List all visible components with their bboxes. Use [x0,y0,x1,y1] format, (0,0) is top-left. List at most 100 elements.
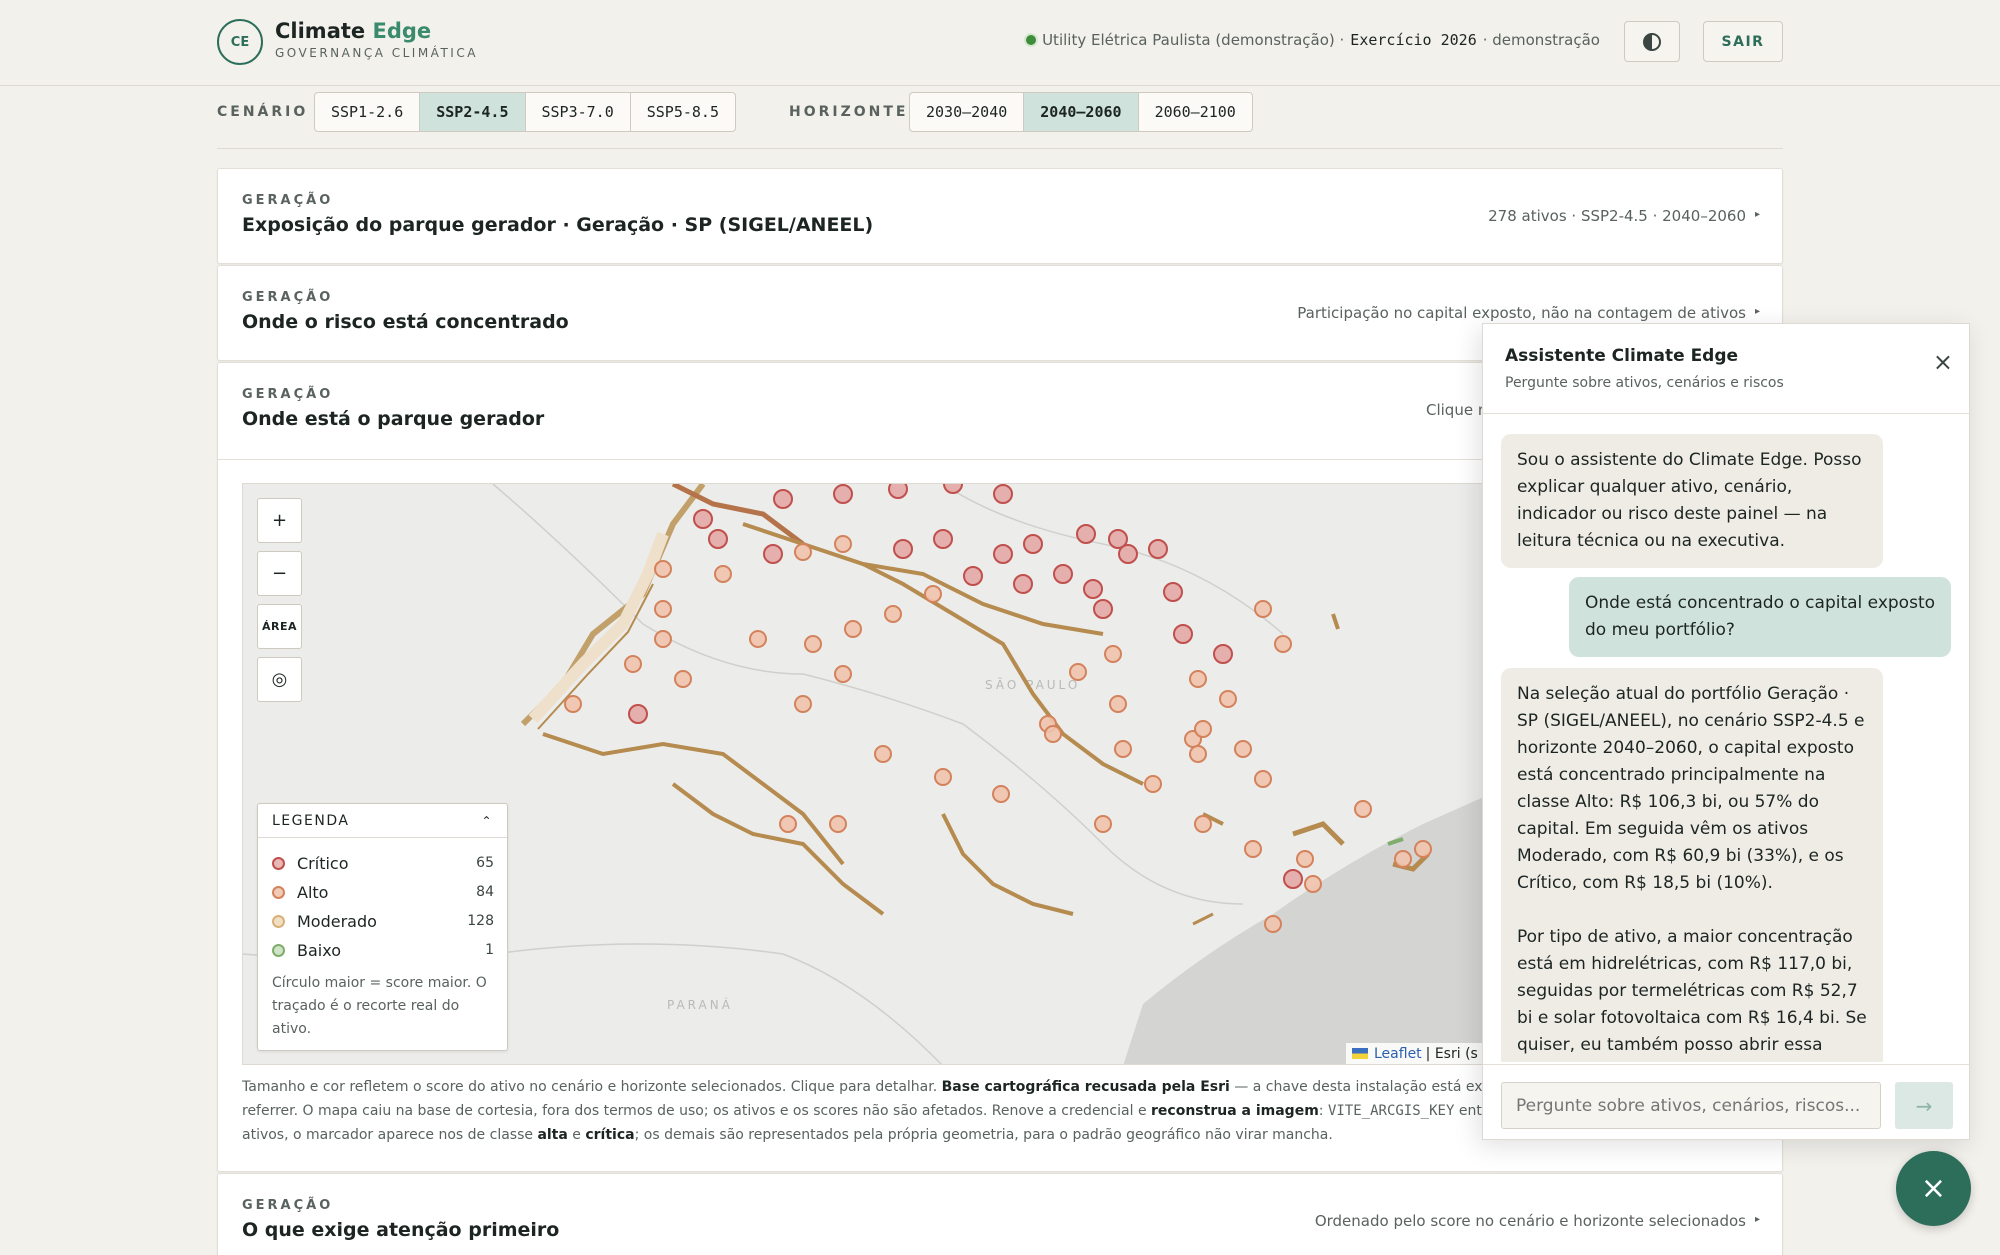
asset-marker-high[interactable] [844,620,862,638]
asset-marker-high[interactable] [654,600,672,618]
asset-marker-critical[interactable] [888,484,908,499]
assistant-message: Na seleção atual do portfólio Geração · … [1501,668,1883,1062]
asset-marker-critical[interactable] [1173,624,1193,644]
asset-marker-high[interactable] [1304,875,1322,893]
asset-marker-critical[interactable] [943,484,963,494]
asset-marker-critical[interactable] [1076,524,1096,544]
zoom-in-button[interactable]: + [257,498,302,543]
zoom-out-button[interactable]: − [257,551,302,596]
org-name: Utility Elétrica Paulista (demonstração)… [1042,31,1345,49]
asset-marker-critical[interactable] [993,484,1013,504]
asset-marker-high[interactable] [1144,775,1162,793]
send-button[interactable]: → [1895,1082,1953,1129]
contrast-icon [1643,32,1661,51]
asset-marker-critical[interactable] [773,489,793,509]
card-title: Exposição do parque gerador · Geração · … [242,214,874,236]
asset-marker-high[interactable] [1354,800,1372,818]
asset-marker-high[interactable] [1189,745,1207,763]
asset-marker-critical[interactable] [763,544,783,564]
legend-item: Crítico 65 [272,853,494,873]
asset-marker-high[interactable] [1394,850,1412,868]
horizon-option-selected[interactable]: 2040–2060 [1024,93,1139,131]
asset-marker-high[interactable] [674,670,692,688]
asset-marker-high[interactable] [1094,815,1112,833]
asset-marker-high[interactable] [1254,600,1272,618]
asset-marker-critical[interactable] [1053,564,1073,584]
asset-marker-high[interactable] [1234,740,1252,758]
close-assistant-fab[interactable]: × [1896,1151,1971,1226]
asset-markers[interactable] [564,484,1432,933]
asset-marker-critical[interactable] [933,529,953,549]
asset-marker-high[interactable] [834,665,852,683]
asset-marker-critical[interactable] [1163,582,1183,602]
asset-marker-high[interactable] [1244,840,1262,858]
scenario-option[interactable]: SSP5-8.5 [631,93,735,131]
asset-marker-high[interactable] [1044,725,1062,743]
asset-marker-critical[interactable] [708,529,728,549]
asset-marker-high[interactable] [804,635,822,653]
asset-marker-high[interactable] [624,655,642,673]
horizon-option[interactable]: 2060–2100 [1139,93,1252,131]
asset-marker-high[interactable] [829,815,847,833]
asset-marker-high[interactable] [564,695,582,713]
asset-marker-critical[interactable] [1083,579,1103,599]
asset-marker-high[interactable] [1414,840,1432,858]
card-priority[interactable]: GERAÇÃO O que exige atenção primeiro Ord… [217,1173,1783,1255]
asset-marker-high[interactable] [794,695,812,713]
legend-header[interactable]: LEGENDA ⌃ [258,804,507,838]
asset-marker-high[interactable] [1104,645,1122,663]
asset-marker-high[interactable] [934,768,952,786]
asset-marker-critical[interactable] [833,484,853,504]
asset-marker-high[interactable] [1264,915,1282,933]
asset-marker-critical[interactable] [1013,574,1033,594]
asset-marker-high[interactable] [654,560,672,578]
asset-marker-high[interactable] [1069,663,1087,681]
asset-marker-critical[interactable] [1148,539,1168,559]
asset-marker-high[interactable] [794,543,812,561]
assistant-input[interactable] [1501,1082,1881,1129]
locate-button[interactable]: ◎ [257,657,302,702]
asset-marker-critical[interactable] [1283,869,1303,889]
asset-marker-high[interactable] [749,630,767,648]
area-select-button[interactable]: ÁREA [257,604,302,649]
logout-button[interactable]: SAIR [1703,21,1783,62]
asset-marker-high[interactable] [924,585,942,603]
asset-marker-high[interactable] [1219,690,1237,708]
asset-marker-high[interactable] [1114,740,1132,758]
asset-marker-critical[interactable] [1023,534,1043,554]
asset-marker-high[interactable] [1254,770,1272,788]
status-dot-icon [1026,35,1037,45]
mode-label: · demonstração [1482,31,1600,49]
asset-marker-high[interactable] [1296,850,1314,868]
asset-marker-high[interactable] [779,815,797,833]
asset-marker-critical[interactable] [1118,544,1138,564]
asset-marker-high[interactable] [834,535,852,553]
asset-marker-high[interactable] [992,785,1010,803]
scenario-option[interactable]: SSP3-7.0 [526,93,631,131]
asset-marker-critical[interactable] [963,566,983,586]
horizon-option[interactable]: 2030–2040 [910,93,1025,131]
theme-toggle-button[interactable] [1624,21,1680,62]
asset-marker-critical[interactable] [1213,644,1233,664]
scenario-option[interactable]: SSP1-2.6 [315,93,421,131]
close-icon[interactable]: × [1933,350,1953,374]
asset-marker-high[interactable] [1194,720,1212,738]
asset-marker-critical[interactable] [693,509,713,529]
asset-marker-high[interactable] [874,745,892,763]
asset-marker-high[interactable] [1274,635,1292,653]
asset-marker-critical[interactable] [1093,599,1113,619]
message-list[interactable]: Sou o assistente do Climate Edge. Posso … [1483,414,1969,1062]
asset-marker-high[interactable] [1189,670,1207,688]
asset-marker-high[interactable] [654,630,672,648]
asset-marker-high[interactable] [714,565,732,583]
card-exposure[interactable]: GERAÇÃO Exposição do parque gerador · Ge… [217,168,1783,264]
asset-marker-critical[interactable] [628,704,648,724]
scenario-option-selected[interactable]: SSP2-4.5 [420,93,526,131]
asset-marker-critical[interactable] [893,539,913,559]
leaflet-link[interactable]: Leaflet [1374,1046,1422,1062]
asset-marker-high[interactable] [1109,695,1127,713]
asset-marker-critical[interactable] [993,544,1013,564]
chevron-up-icon[interactable]: ⌃ [481,814,493,828]
asset-marker-high[interactable] [884,605,902,623]
asset-marker-high[interactable] [1194,815,1212,833]
